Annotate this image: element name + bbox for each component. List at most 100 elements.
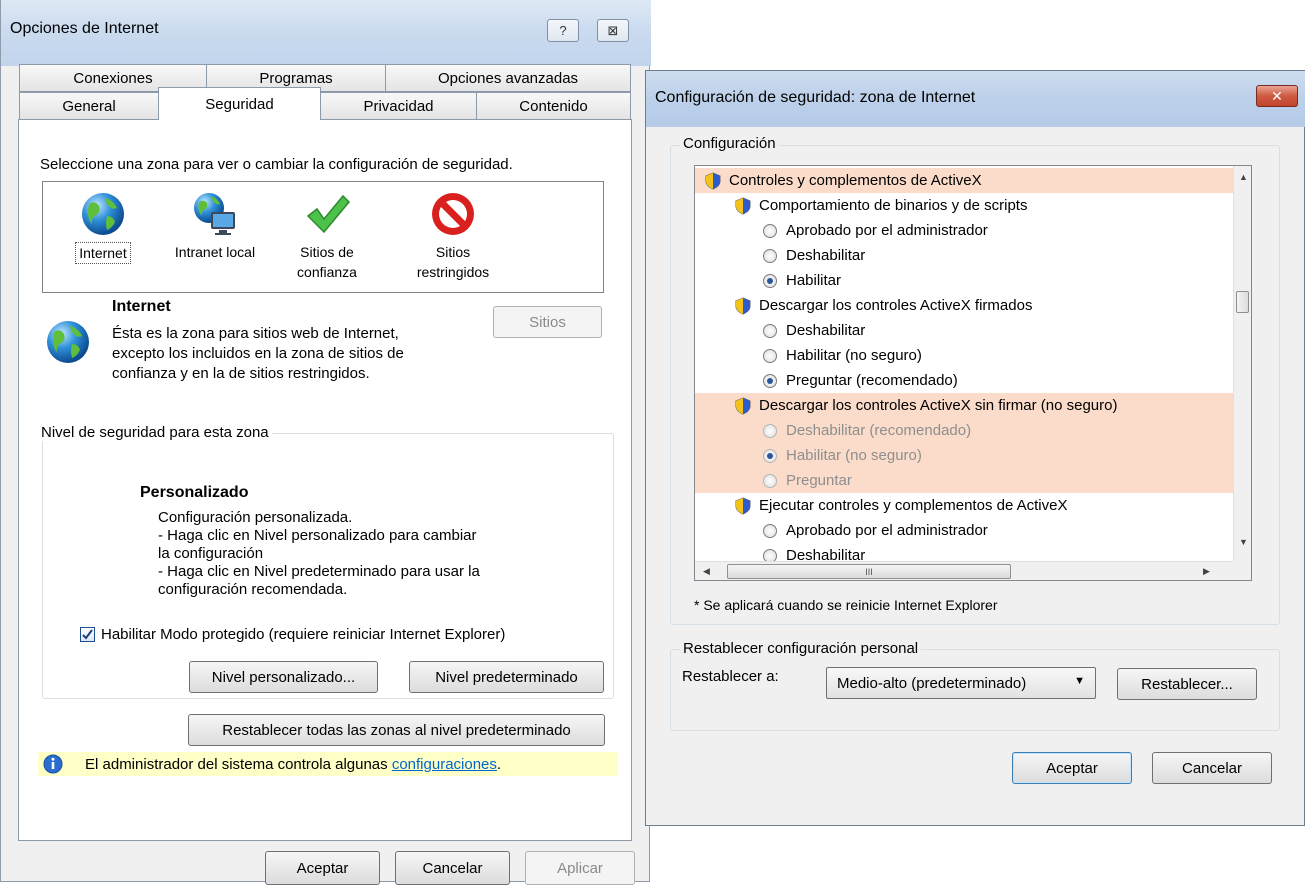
checkmark-icon (82, 629, 93, 640)
reset-level-dropdown[interactable]: Medio-alto (predeterminado) ▼ (826, 667, 1096, 699)
setting-category: Controles y complementos de ActiveX (695, 168, 1233, 193)
setting-item: Comportamiento de binarios y de scripts (695, 193, 1233, 218)
info-icon (43, 754, 63, 774)
tab-opciones-avanzadas[interactable]: Opciones avanzadas (385, 64, 631, 92)
setting-label: Comportamiento de binarios y de scripts (759, 197, 1028, 214)
radio-selected-icon[interactable] (763, 448, 777, 463)
setting-label: Aprobado por el administrador (786, 222, 988, 239)
setting-option[interactable]: Preguntar (recomendado) (695, 368, 1233, 393)
globe-icon (82, 193, 124, 235)
setting-option[interactable]: Habilitar (695, 268, 1233, 293)
security-level-group-label: Nivel de seguridad para esta zona (38, 424, 272, 441)
help-icon: ? (559, 23, 567, 38)
tab-contenido[interactable]: Contenido (476, 92, 631, 120)
setting-option[interactable]: Deshabilitar (695, 243, 1233, 268)
zone-sitios-de-confianza[interactable]: Sitios de confianza (267, 190, 387, 282)
setting-option[interactable]: Aprobado por el administrador (695, 518, 1233, 543)
security-level-name: Personalizado (140, 484, 249, 501)
tab-privacidad[interactable]: Privacidad (320, 92, 477, 120)
vertical-scrollbar[interactable]: ▲ ▼ (1233, 166, 1251, 561)
admin-notice-bar: El administrador del sistema controla al… (38, 752, 618, 776)
checkmark-icon (306, 194, 351, 234)
radio-icon[interactable] (763, 523, 777, 538)
intranet-icon (194, 193, 235, 235)
ok-button[interactable]: Aceptar (265, 851, 380, 885)
scroll-right-icon[interactable]: ▶ (1203, 566, 1210, 577)
ok-button[interactable]: Aceptar (1012, 752, 1132, 784)
help-button[interactable]: ? (547, 19, 579, 42)
security-level-description: Configuración personalizada. - Haga clic… (158, 509, 480, 598)
zone-internet[interactable]: Internet (43, 190, 163, 264)
zone-intranet-local[interactable]: Intranet local (155, 190, 275, 262)
close-button[interactable]: ✕ (1256, 85, 1298, 107)
cancel-button[interactable]: Cancelar (395, 851, 510, 885)
tab-strip: Conexiones Programas Opciones avanzadas … (19, 62, 633, 122)
custom-level-button[interactable]: Nivel personalizado... (189, 661, 378, 693)
settings-tree[interactable]: Controles y complementos de ActiveX Compo… (694, 165, 1252, 581)
restart-note: * Se aplicará cuando se reinicie Interne… (694, 597, 998, 613)
shield-icon (705, 171, 721, 190)
radio-icon[interactable] (763, 348, 777, 363)
zone-label: Internet (75, 242, 131, 264)
reset-group-label: Restablecer configuración personal (680, 640, 922, 657)
setting-option[interactable]: Habilitar (no seguro) (695, 443, 1233, 468)
setting-label: Controles y complementos de ActiveX (729, 172, 982, 189)
scroll-grip-icon: III (865, 566, 873, 577)
radio-icon[interactable] (763, 223, 777, 238)
setting-label: Habilitar (786, 272, 842, 289)
horizontal-scroll-thumb[interactable]: III (727, 564, 1011, 579)
apply-button[interactable]: Aplicar (525, 851, 635, 885)
security-settings-dialog: Configuración de seguridad: zona de Inte… (645, 70, 1305, 826)
setting-option[interactable]: Preguntar (695, 468, 1233, 493)
setting-option[interactable]: Habilitar (no seguro) (695, 343, 1233, 368)
tab-general[interactable]: General (19, 92, 159, 120)
zone-label: Sitios restringidos (416, 244, 490, 280)
shield-icon (735, 396, 751, 415)
scroll-left-icon[interactable]: ◀ (703, 566, 710, 577)
radio-selected-icon[interactable] (763, 373, 777, 388)
admin-notice-suffix: . (496, 755, 502, 773)
selected-zone-name: Internet (112, 298, 171, 315)
setting-label: Preguntar (recomendado) (786, 372, 958, 389)
scroll-down-icon[interactable]: ▼ (1239, 537, 1248, 547)
horizontal-scrollbar[interactable]: ◀ III ▶ (695, 561, 1233, 580)
setting-label: Habilitar (no seguro) (786, 347, 922, 364)
radio-icon[interactable] (763, 248, 777, 263)
setting-option[interactable]: Deshabilitar (695, 318, 1233, 343)
window-title: Configuración de seguridad: zona de Inte… (655, 89, 976, 106)
setting-item: Descargar los controles ActiveX firmados (695, 293, 1233, 318)
prohibited-icon (432, 193, 474, 235)
scroll-up-icon[interactable]: ▲ (1239, 172, 1248, 182)
reset-all-zones-button[interactable]: Restablecer todas las zonas al nivel pre… (188, 714, 605, 746)
setting-label: Deshabilitar (recomendado) (786, 422, 972, 439)
protected-mode-label: Habilitar Modo protegido (requiere reini… (101, 626, 506, 643)
protected-mode-checkbox[interactable] (80, 627, 95, 642)
radio-icon[interactable] (763, 473, 777, 488)
radio-selected-icon[interactable] (763, 273, 777, 288)
reset-to-label: Restablecer a: (682, 668, 779, 685)
setting-option[interactable]: Aprobado por el administrador (695, 218, 1233, 243)
reset-level-value: Medio-alto (predeterminado) (837, 674, 1027, 692)
default-level-button[interactable]: Nivel predeterminado (409, 661, 604, 693)
settings-group-label: Configuración (680, 135, 779, 152)
setting-label: Ejecutar controles y complementos de Act… (759, 497, 1068, 514)
admin-notice-text: El administrador del sistema controla al… (85, 755, 392, 773)
sites-button[interactable]: Sitios (493, 306, 602, 338)
tab-seguridad[interactable]: Seguridad (158, 87, 321, 120)
zone-label: Intranet local (174, 244, 256, 260)
vertical-scroll-thumb[interactable] (1236, 291, 1249, 313)
admin-notice-link[interactable]: configuraciones (392, 756, 497, 773)
setting-item: Descargar los controles ActiveX sin firm… (695, 393, 1233, 418)
reset-button[interactable]: Restablecer... (1117, 668, 1257, 700)
setting-label: Aprobado por el administrador (786, 522, 988, 539)
cancel-button[interactable]: Cancelar (1152, 752, 1272, 784)
radio-icon[interactable] (763, 323, 777, 338)
setting-label: Deshabilitar (786, 322, 866, 339)
close-icon: ⊠ (607, 22, 619, 38)
protected-mode-option[interactable]: Habilitar Modo protegido (requiere reini… (80, 626, 505, 643)
shield-icon (735, 296, 751, 315)
close-button[interactable]: ⊠ (597, 19, 629, 42)
setting-option[interactable]: Deshabilitar (recomendado) (695, 418, 1233, 443)
zone-sitios-restringidos[interactable]: Sitios restringidos (393, 190, 513, 282)
radio-icon[interactable] (763, 423, 777, 438)
